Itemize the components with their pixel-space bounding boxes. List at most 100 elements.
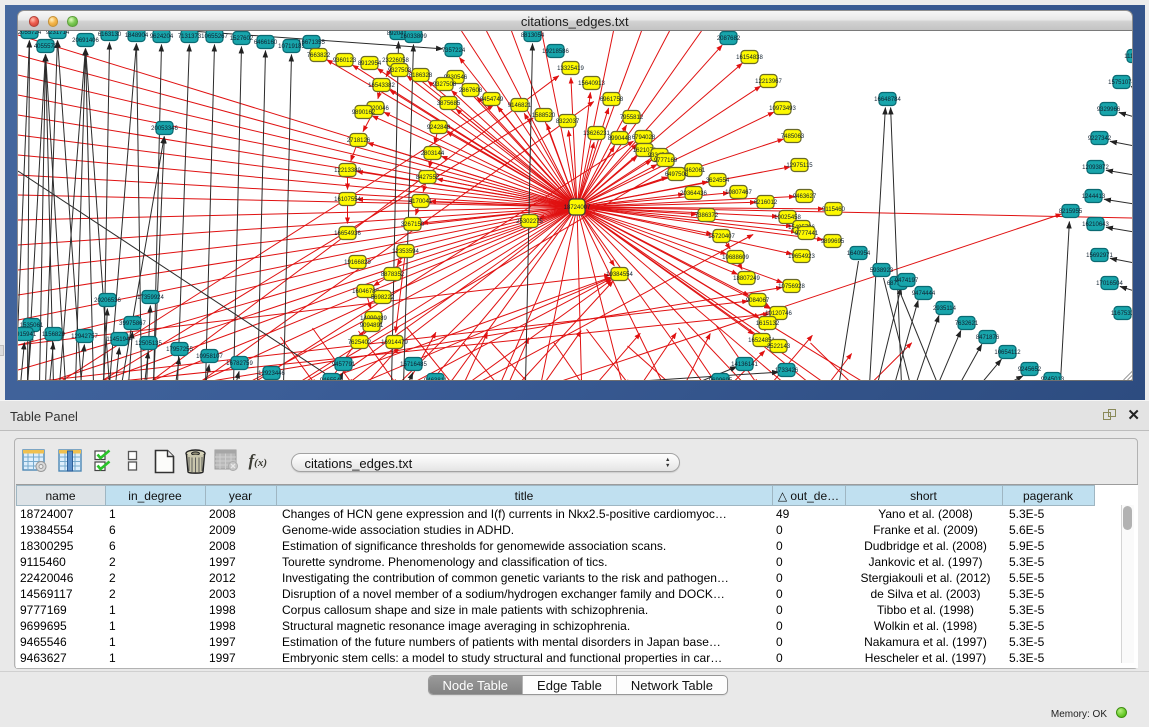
svg-text:1848904: 1848904 <box>124 33 148 39</box>
svg-text:18807249: 18807249 <box>733 276 760 282</box>
svg-text:13325419: 13325419 <box>557 66 584 72</box>
svg-text:7625402: 7625402 <box>347 340 371 346</box>
svg-text:8813054: 8813054 <box>520 33 544 39</box>
svg-text:17359924: 17359924 <box>137 295 164 301</box>
svg-text:39975867: 39975867 <box>119 321 146 327</box>
svg-text:7955812: 7955812 <box>619 115 643 121</box>
svg-text:3267150: 3267150 <box>400 222 424 228</box>
svg-text:15720407: 15720407 <box>708 234 735 240</box>
svg-text:10688609: 10688609 <box>722 255 749 261</box>
svg-text:8322037: 8322037 <box>555 119 579 125</box>
svg-text:16154838: 16154838 <box>736 55 763 61</box>
svg-text:18724007: 18724007 <box>563 205 590 211</box>
svg-text:19384554: 19384554 <box>606 272 633 278</box>
svg-text:9329966: 9329966 <box>1096 107 1120 113</box>
svg-text:15751074: 15751074 <box>1108 80 1133 86</box>
svg-text:2087682: 2087682 <box>716 36 740 42</box>
svg-text:1527602: 1527602 <box>229 36 253 42</box>
svg-text:25302275: 25302275 <box>516 219 543 225</box>
svg-text:15640913: 15640913 <box>578 81 605 87</box>
svg-text:9084067: 9084067 <box>745 298 769 304</box>
svg-text:9463811: 9463811 <box>424 378 448 381</box>
svg-text:9474197: 9474197 <box>894 278 918 284</box>
svg-text:10973493: 10973493 <box>769 106 796 112</box>
svg-text:13626231: 13626231 <box>583 131 610 137</box>
svg-text:6216012: 6216012 <box>753 200 777 206</box>
svg-text:16648784: 16648784 <box>874 97 901 103</box>
svg-text:2055724: 2055724 <box>18 31 42 36</box>
svg-text:12213967: 12213967 <box>755 79 782 85</box>
svg-text:9899695: 9899695 <box>820 239 844 245</box>
svg-text:8454749: 8454749 <box>479 97 503 103</box>
svg-text:8427552: 8427552 <box>415 175 439 181</box>
svg-text:20053346: 20053346 <box>151 126 178 132</box>
svg-text:1588520: 1588520 <box>531 113 555 119</box>
svg-text:3875685: 3875685 <box>436 101 460 107</box>
svg-text:9245013: 9245013 <box>1040 377 1064 381</box>
svg-text:1112835: 1112835 <box>1124 54 1133 60</box>
svg-text:6961758: 6961758 <box>599 97 623 103</box>
svg-text:20364436: 20364436 <box>680 191 707 197</box>
svg-text:17957255: 17957255 <box>166 347 193 353</box>
svg-text:5698222: 5698222 <box>370 295 394 301</box>
svg-text:15716485: 15716485 <box>400 362 427 368</box>
svg-text:9115460: 9115460 <box>822 207 846 213</box>
svg-text:1733426: 1733426 <box>774 368 798 374</box>
svg-text:8215955: 8215955 <box>1058 209 1082 215</box>
svg-text:10654112: 10654112 <box>994 350 1021 356</box>
svg-text:7632621: 7632621 <box>954 321 978 327</box>
svg-text:10807467: 10807467 <box>725 190 752 196</box>
svg-text:1615132: 1615132 <box>755 321 779 327</box>
svg-text:3624554: 3624554 <box>705 178 729 184</box>
svg-text:9474444: 9474444 <box>911 291 935 297</box>
svg-text:9094891: 9094891 <box>359 323 383 329</box>
svg-text:12353594: 12353594 <box>392 249 419 255</box>
svg-text:8471876: 8471876 <box>975 335 999 341</box>
svg-text:20206536: 20206536 <box>94 298 121 304</box>
svg-text:8912954: 8912954 <box>357 61 381 67</box>
svg-text:9624204: 9624204 <box>149 34 173 40</box>
svg-text:8990448: 8990448 <box>607 136 631 142</box>
svg-text:1640954: 1640954 <box>846 251 870 257</box>
svg-text:7357224: 7357224 <box>441 48 465 54</box>
svg-text:17016504: 17016504 <box>1096 281 1123 287</box>
svg-text:12213389: 12213389 <box>334 168 361 174</box>
svg-text:4170041: 4170041 <box>408 199 432 205</box>
svg-text:15692971: 15692971 <box>1086 253 1113 259</box>
svg-text:16210643: 16210643 <box>1082 222 1109 228</box>
svg-text:16107554: 16107554 <box>334 197 361 203</box>
svg-text:9777441: 9777441 <box>794 231 818 237</box>
svg-text:1156829: 1156829 <box>42 332 66 338</box>
svg-text:16033809: 16033809 <box>400 34 427 40</box>
svg-text:16654936: 16654936 <box>334 231 361 237</box>
svg-text:8878352: 8878352 <box>380 272 404 278</box>
svg-text:3915941: 3915941 <box>18 332 37 338</box>
svg-text:2718126: 2718126 <box>346 138 370 144</box>
svg-text:16914479: 16914479 <box>381 340 408 346</box>
svg-text:4055572: 4055572 <box>33 44 57 50</box>
svg-text:9245652: 9245652 <box>1017 367 1041 373</box>
svg-text:2867608: 2867608 <box>458 88 482 94</box>
svg-text:10958107: 10958107 <box>196 354 223 360</box>
svg-text:9890162: 9890162 <box>351 110 375 116</box>
svg-text:10655267: 10655267 <box>201 34 228 40</box>
svg-text:12505135: 12505135 <box>135 341 162 347</box>
svg-text:6163130: 6163130 <box>97 32 121 38</box>
svg-text:12942757: 12942757 <box>71 334 98 340</box>
svg-text:6794028: 6794028 <box>631 135 655 141</box>
svg-text:1244413: 1244413 <box>1081 194 1105 200</box>
svg-text:9242848: 9242848 <box>426 125 450 131</box>
svg-text:5938923: 5938923 <box>869 268 893 274</box>
svg-text:7131373: 7131373 <box>177 34 201 40</box>
svg-text:14136141: 14136141 <box>731 362 758 368</box>
svg-text:19218586: 19218586 <box>542 49 569 55</box>
svg-text:9457791: 9457791 <box>331 362 355 368</box>
svg-text:7386372: 7386372 <box>694 213 718 219</box>
svg-text:10756928: 10756928 <box>778 284 805 290</box>
svg-text:12975115: 12975115 <box>786 163 813 169</box>
svg-text:11451944: 11451944 <box>106 337 133 343</box>
svg-text:9463627: 9463627 <box>792 194 816 200</box>
svg-text:9360123: 9360123 <box>332 58 356 64</box>
svg-text:7485063: 7485063 <box>780 134 804 140</box>
svg-text:12093872: 12093872 <box>1082 165 1109 171</box>
